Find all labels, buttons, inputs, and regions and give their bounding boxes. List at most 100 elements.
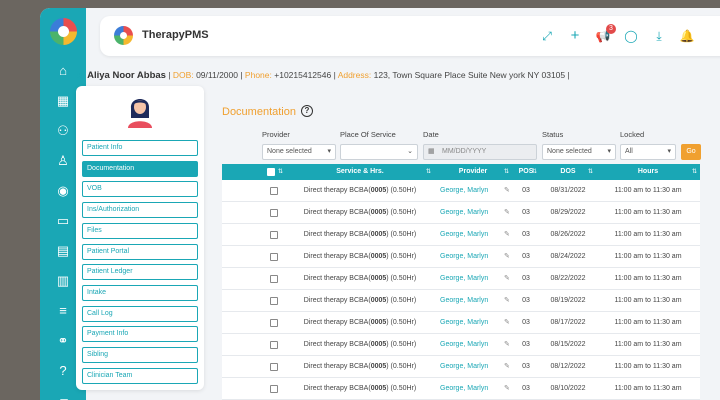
go-button[interactable]: Go: [681, 144, 701, 160]
table-row[interactable]: Direct therapy BCBA(0005) (0.50Hr) George…: [222, 268, 700, 290]
service-cell: Direct therapy BCBA(0005) (0.50Hr): [286, 334, 434, 356]
menu-item-payment-info[interactable]: Payment Info: [82, 326, 198, 343]
pos-cell: 03: [522, 363, 530, 370]
chevron-down-icon: ▾: [327, 148, 331, 155]
sort-icon[interactable]: ⇅: [278, 164, 283, 180]
menu-item-call-log[interactable]: Call Log: [82, 305, 198, 322]
pos-select[interactable]: ⌄: [340, 144, 418, 160]
table-row[interactable]: Direct therapy BCBA(0005) (0.50Hr) George…: [222, 378, 700, 400]
provider-link[interactable]: George, Marlyn: [434, 334, 504, 356]
provider-link[interactable]: George, Marlyn: [434, 180, 504, 202]
menu-item-patient-info[interactable]: Patient Info: [82, 140, 198, 156]
menu-icon[interactable]: ≡: [54, 302, 72, 320]
download-icon[interactable]: ⤓: [650, 27, 668, 45]
date-placeholder: MM/DD/YYYY: [442, 148, 487, 155]
hours-cell: 11:00 am to 11:30 am: [614, 231, 682, 238]
locked-select[interactable]: All ▾: [620, 144, 676, 160]
dos-cell: 08/24/2022: [550, 253, 586, 260]
top-bar: TherapyPMS ⤢ + 📢 3 ◯ ⤓ 🔔: [100, 16, 720, 56]
status-select[interactable]: None selected ▾: [542, 144, 616, 160]
megaphone-icon[interactable]: 📢 3: [594, 24, 616, 45]
select-all-checkbox[interactable]: [267, 168, 275, 176]
table-row[interactable]: Direct therapy BCBA(0005) (0.50Hr) George…: [222, 356, 700, 378]
chart-icon[interactable]: ▥: [54, 272, 72, 290]
sort-icon[interactable]: ⇅: [692, 164, 697, 180]
sort-icon[interactable]: ⇅: [588, 164, 593, 180]
col-service[interactable]: Service & Hrs. ⇅: [286, 164, 434, 180]
table-row[interactable]: Direct therapy BCBA(0005) (0.50Hr) George…: [222, 202, 700, 224]
network-icon[interactable]: ⚭: [54, 332, 72, 350]
page-title: Documentation: [222, 106, 296, 118]
chat-icon[interactable]: ◯: [622, 27, 640, 45]
provider-select[interactable]: None selected ▾: [262, 144, 336, 160]
row-checkbox[interactable]: [270, 319, 278, 327]
dos-cell: 08/12/2022: [550, 363, 586, 370]
service-text: Direct therapy BCBA(: [303, 363, 371, 370]
table-row[interactable]: Direct therapy BCBA(0005) (0.50Hr) George…: [222, 246, 700, 268]
fullscreen-icon[interactable]: ⤢: [538, 27, 556, 45]
help-icon[interactable]: ?: [54, 362, 72, 380]
table-row[interactable]: Direct therapy BCBA(0005) (0.50Hr) George…: [222, 312, 700, 334]
calendar-icon[interactable]: ▦: [54, 92, 72, 110]
document-icon[interactable]: ▤: [54, 242, 72, 260]
plus-icon[interactable]: +: [566, 27, 584, 45]
col-dos[interactable]: DOS ⇅: [540, 164, 596, 180]
card-icon[interactable]: ▭: [54, 212, 72, 230]
service-code: 0005: [370, 319, 387, 326]
help-icon[interactable]: ?: [301, 105, 313, 117]
col-pos[interactable]: POS ⇅: [512, 164, 540, 180]
row-checkbox[interactable]: [270, 275, 278, 283]
table-row[interactable]: Direct therapy BCBA(0005) (0.50Hr) George…: [222, 290, 700, 312]
col-provider[interactable]: Provider ⇅: [434, 164, 512, 180]
book-icon[interactable]: ▰: [54, 392, 72, 400]
sort-icon[interactable]: ⇅: [504, 164, 509, 180]
service-text: Direct therapy BCBA(: [303, 341, 371, 348]
menu-item-patient-ledger[interactable]: Patient Ledger: [82, 264, 198, 281]
table-row[interactable]: Direct therapy BCBA(0005) (0.50Hr) George…: [222, 224, 700, 246]
row-checkbox[interactable]: [270, 385, 278, 393]
row-checkbox[interactable]: [270, 341, 278, 349]
row-checkbox[interactable]: [270, 297, 278, 305]
menu-item-sibling[interactable]: Sibling: [82, 347, 198, 363]
row-checkbox[interactable]: [270, 209, 278, 217]
app-logo[interactable]: [50, 18, 77, 45]
service-cell: Direct therapy BCBA(0005) (0.50Hr): [286, 202, 434, 224]
menu-item-vob[interactable]: VOB: [82, 181, 198, 198]
add-user-icon[interactable]: ⚇: [54, 122, 72, 140]
row-checkbox[interactable]: [270, 363, 278, 371]
table-row[interactable]: Direct therapy BCBA(0005) (0.50Hr) George…: [222, 334, 700, 356]
row-checkbox[interactable]: [270, 187, 278, 195]
home-icon[interactable]: ⌂: [54, 62, 72, 80]
menu-item-files[interactable]: Files: [82, 222, 198, 239]
col-hours[interactable]: Hours ⇅: [596, 164, 700, 180]
dob-value: 09/11/2000: [196, 70, 238, 80]
table-row[interactable]: Direct therapy BCBA(0005) (0.50Hr) George…: [222, 180, 700, 202]
provider-link[interactable]: George, Marlyn: [434, 378, 504, 400]
service-duration: ) (0.50Hr): [386, 253, 417, 260]
service-text: Direct therapy BCBA(: [303, 231, 371, 238]
billing-icon[interactable]: ◉: [54, 182, 72, 200]
hours-cell: 11:00 am to 11:30 am: [614, 253, 682, 260]
menu-item-intake[interactable]: Intake: [82, 284, 198, 301]
row-checkbox[interactable]: [270, 231, 278, 239]
provider-link[interactable]: George, Marlyn: [434, 356, 504, 378]
menu-item-patient-portal[interactable]: Patient Portal: [82, 243, 198, 260]
menu-item-ins-authorization[interactable]: Ins/Authorization: [82, 202, 198, 219]
provider-link[interactable]: George, Marlyn: [434, 290, 504, 312]
provider-link[interactable]: George, Marlyn: [434, 312, 504, 334]
provider-link[interactable]: George, Marlyn: [434, 202, 504, 224]
service-duration: ) (0.50Hr): [386, 341, 417, 348]
sort-icon[interactable]: ⇅: [532, 164, 537, 180]
user-icon[interactable]: ♙: [54, 152, 72, 170]
provider-link[interactable]: George, Marlyn: [434, 268, 504, 290]
bell-icon[interactable]: 🔔: [678, 27, 696, 45]
date-input[interactable]: ▦ MM/DD/YYYY: [423, 144, 537, 160]
menu-item-documentation[interactable]: Documentation: [82, 160, 198, 177]
menu-item-clinician-team[interactable]: Clinician Team: [82, 367, 198, 384]
provider-link[interactable]: George, Marlyn: [434, 224, 504, 246]
sort-icon[interactable]: ⇅: [426, 164, 431, 180]
row-checkbox[interactable]: [270, 253, 278, 261]
brand-logo[interactable]: [114, 26, 133, 45]
provider-link[interactable]: George, Marlyn: [434, 246, 504, 268]
service-text: Direct therapy BCBA(: [303, 385, 371, 392]
